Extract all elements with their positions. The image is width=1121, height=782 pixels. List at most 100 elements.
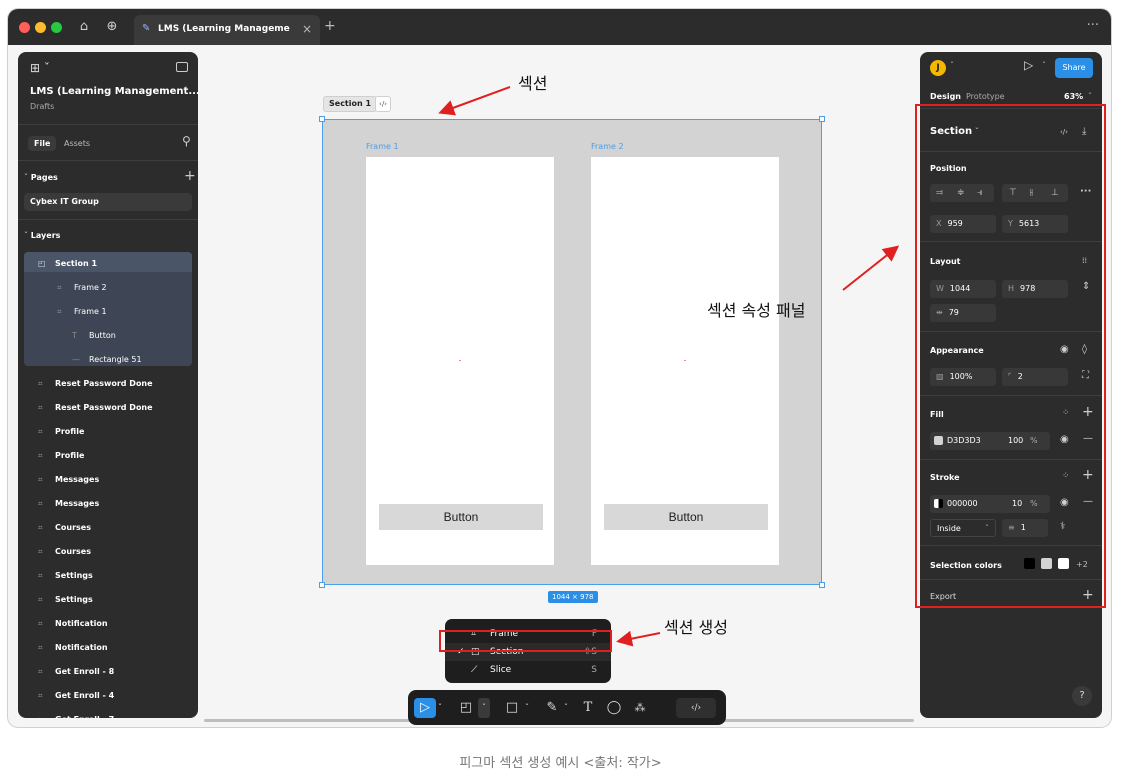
- avatar[interactable]: J: [930, 60, 946, 76]
- figma-menu-icon[interactable]: ⊞ ˇ: [30, 61, 50, 75]
- frame-1[interactable]: Button: [366, 157, 554, 565]
- zoom-level[interactable]: 63%: [1064, 92, 1083, 101]
- chevron-down-icon[interactable]: ˇ: [564, 698, 568, 718]
- highlight-section-menu-item: [439, 630, 612, 652]
- comment-tool-icon[interactable]: ◯: [604, 698, 624, 718]
- layer-row[interactable]: ⌗ Courses: [18, 516, 198, 540]
- layer-row[interactable]: ⌗ Settings: [18, 588, 198, 612]
- layer-row[interactable]: ⌗ Settings: [18, 564, 198, 588]
- rectangle-tool-icon[interactable]: □: [502, 698, 522, 718]
- layer-name: Get Enroll - 7: [55, 708, 114, 718]
- resize-handle[interactable]: [819, 116, 825, 122]
- share-button[interactable]: Share: [1055, 58, 1093, 78]
- layer-row[interactable]: ⌗ Messages: [18, 468, 198, 492]
- tab-assets[interactable]: Assets: [64, 139, 90, 148]
- layer-row[interactable]: ⌗ Reset Password Done: [18, 372, 198, 396]
- tab-file[interactable]: File: [28, 136, 57, 151]
- rectangle-dot: [684, 360, 686, 361]
- present-icon[interactable]: ▷: [1024, 58, 1033, 72]
- layer-name: Reset Password Done: [55, 403, 153, 412]
- home-icon[interactable]: ⌂: [75, 18, 93, 36]
- layer-row[interactable]: ⌗ Get Enroll - 7: [18, 708, 198, 718]
- pages-header[interactable]: ˇ Pages: [24, 173, 58, 182]
- layer-name: Rectangle 51: [89, 355, 142, 364]
- annotation-create: 섹션 생성: [664, 618, 728, 637]
- layers-header[interactable]: ˇ Layers: [24, 231, 60, 240]
- section-1[interactable]: Frame 1 Frame 2 Button Button: [319, 116, 825, 588]
- menu-item-slice[interactable]: ⟋ Slice S: [445, 661, 611, 679]
- layer-name: Notification: [55, 619, 108, 628]
- divider: [18, 124, 198, 125]
- layer-name: Courses: [55, 547, 91, 556]
- frame1-label[interactable]: Frame 1: [366, 142, 399, 151]
- frame-icon: ⌗: [38, 619, 43, 628]
- pen-tool-icon[interactable]: ✎: [542, 698, 562, 718]
- layer-row[interactable]: ⌗ Courses: [18, 540, 198, 564]
- dev-mode-toggle-icon[interactable]: ‹/›: [676, 698, 716, 718]
- layer-row[interactable]: ⌗ Messages: [18, 492, 198, 516]
- menu-item-label: Slice: [490, 665, 512, 675]
- layer-row[interactable]: ⌗ Reset Password Done: [18, 396, 198, 420]
- layer-row[interactable]: ⌗ Frame 1: [18, 300, 198, 324]
- new-tab-button[interactable]: +: [324, 18, 336, 34]
- layer-name: Button: [89, 331, 116, 340]
- resize-handle[interactable]: [319, 582, 325, 588]
- close-tab-icon[interactable]: ×: [302, 22, 312, 36]
- resize-handle[interactable]: [319, 116, 325, 122]
- page-item-current[interactable]: Cybex IT Group: [24, 193, 192, 211]
- file-subtitle: Drafts: [30, 102, 55, 111]
- bottom-toolbar: ▷ ˇ ◰ ˇ □ ˇ ✎ ˇ T ◯ ⁂ ‹/›: [408, 690, 726, 725]
- layer-row[interactable]: ⌗ Notification: [18, 612, 198, 636]
- layer-row[interactable]: ⌗ Profile: [18, 420, 198, 444]
- dev-mode-icon[interactable]: ‹/›: [375, 96, 391, 112]
- section-tag[interactable]: Section 1: [323, 96, 378, 112]
- chevron-down-icon[interactable]: ˇ: [950, 61, 954, 70]
- move-tool-icon[interactable]: ▷: [414, 698, 436, 718]
- document-tab[interactable]: ✎ LMS (Learning Management Syst ×: [134, 15, 320, 45]
- text-tool-icon[interactable]: T: [578, 698, 598, 718]
- layer-row[interactable]: — Rectangle 51: [18, 348, 198, 372]
- tab-design[interactable]: Design: [930, 92, 961, 101]
- search-icon[interactable]: ⚲: [182, 134, 191, 148]
- layer-row[interactable]: ⌗ Get Enroll - 8: [18, 660, 198, 684]
- add-page-icon[interactable]: +: [184, 168, 196, 184]
- chevron-down-icon[interactable]: ˇ: [1042, 61, 1046, 70]
- layer-row[interactable]: T Button: [18, 324, 198, 348]
- layer-row[interactable]: ⌗ Get Enroll - 4: [18, 684, 198, 708]
- tab-prototype[interactable]: Prototype: [966, 92, 1005, 101]
- frame1-button[interactable]: Button: [379, 504, 543, 530]
- chevron-down-icon[interactable]: ˇ: [184, 86, 188, 95]
- frame2-label[interactable]: Frame 2: [591, 142, 624, 151]
- size-badge: 1044 × 978: [548, 591, 598, 603]
- maximize-window-button[interactable]: [51, 22, 62, 33]
- chevron-down-icon[interactable]: ˇ: [525, 698, 529, 718]
- chevron-down-icon[interactable]: ˇ: [438, 698, 442, 718]
- close-window-button[interactable]: [19, 22, 30, 33]
- sidebar-toggle-icon[interactable]: [176, 62, 188, 72]
- globe-icon[interactable]: ⊕: [103, 18, 121, 36]
- minimize-window-button[interactable]: [35, 22, 46, 33]
- line-icon: —: [72, 355, 80, 364]
- resize-handle[interactable]: [819, 582, 825, 588]
- section-tool-icon[interactable]: ◰: [456, 698, 476, 718]
- layer-row[interactable]: ⌗ Profile: [18, 444, 198, 468]
- layer-name: Settings: [55, 595, 93, 604]
- layer-name: Reset Password Done: [55, 379, 153, 388]
- chevron-down-icon[interactable]: ˇ: [478, 698, 490, 718]
- frame-2[interactable]: Button: [591, 157, 779, 565]
- figure-caption: 피그마 섹션 생성 예시 <출처: 작가>: [459, 756, 662, 771]
- layer-row[interactable]: ◰ Section 1: [18, 252, 198, 276]
- more-icon[interactable]: ···: [1087, 18, 1099, 33]
- layer-row[interactable]: ⌗ Notification: [18, 636, 198, 660]
- file-title[interactable]: LMS (Learning Management...: [30, 86, 198, 97]
- frame-icon: ⌗: [38, 691, 43, 700]
- layer-name: Get Enroll - 4: [55, 691, 115, 700]
- frame2-button[interactable]: Button: [604, 504, 768, 530]
- actions-tool-icon[interactable]: ⁂: [630, 698, 650, 718]
- chevron-down-icon[interactable]: ˇ: [1088, 92, 1092, 101]
- layers-panel: ⊞ ˇ LMS (Learning Management... ˇ Drafts…: [18, 52, 198, 718]
- layer-name: Notification: [55, 643, 108, 652]
- frame-icon: ⌗: [38, 379, 43, 388]
- layer-row[interactable]: ⌗ Frame 2: [18, 276, 198, 300]
- help-button[interactable]: ?: [1072, 686, 1092, 706]
